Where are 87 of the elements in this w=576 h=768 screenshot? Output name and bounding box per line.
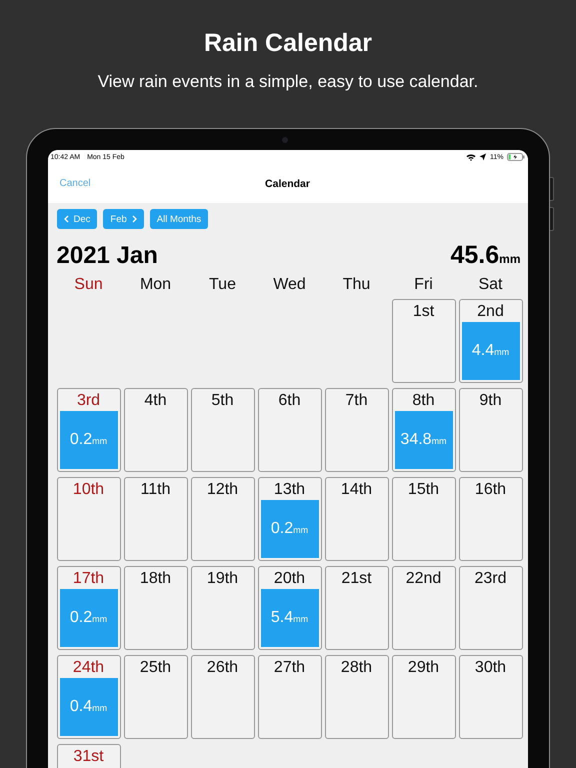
- day-cell[interactable]: 22nd: [392, 566, 456, 650]
- chevron-icon: [132, 215, 137, 223]
- promo-subtitle: View rain events in a simple, easy to use calendar.: [96, 72, 480, 92]
- day-cell[interactable]: 1st: [392, 299, 456, 383]
- rain-amount: 0.4mm: [70, 698, 108, 716]
- day-label: 23rd: [474, 569, 507, 588]
- day-cell[interactable]: 8th 34.8mm: [392, 388, 456, 472]
- rain-total: 45.6mm: [450, 241, 520, 270]
- day-cell[interactable]: 4th: [124, 388, 188, 472]
- day-cell[interactable]: 28th: [324, 655, 388, 739]
- camera-dot: [282, 137, 288, 143]
- day-label: 11th: [140, 480, 170, 499]
- day-cell[interactable]: 31st: [56, 744, 120, 768]
- day-label: 3rd: [76, 391, 100, 410]
- promo-title: Rain Calendar: [204, 28, 372, 58]
- day-cell[interactable]: 12th: [190, 477, 254, 561]
- day-cell[interactable]: 19th: [190, 566, 254, 650]
- day-label: 24th: [72, 658, 104, 677]
- day-cell[interactable]: 2nd 4.4mm: [458, 299, 522, 383]
- day-cell[interactable]: 5th: [190, 388, 254, 472]
- rain-amount: 0.2mm: [70, 431, 108, 449]
- day-cell[interactable]: 27th: [258, 655, 322, 739]
- day-label: 22nd: [406, 569, 442, 588]
- day-label: 10th: [72, 480, 104, 499]
- day-label: 2nd: [477, 302, 504, 321]
- day-cell[interactable]: 29th: [392, 655, 456, 739]
- day-label: 6th: [278, 391, 301, 410]
- day-cell[interactable]: 23rd: [458, 566, 522, 650]
- weekday-label: Tue: [208, 276, 237, 294]
- rain-amount: 0.2mm: [270, 520, 308, 538]
- day-cell[interactable]: 26th: [190, 655, 254, 739]
- battery-icon: [506, 153, 524, 161]
- month-title: 2021 Jan: [56, 242, 158, 270]
- rain-amount: 5.4mm: [270, 609, 308, 627]
- day-label: 16th: [474, 480, 506, 499]
- day-cell[interactable]: 13th 0.2mm: [258, 477, 322, 561]
- weekday-label: Fri: [413, 276, 434, 294]
- day-cell[interactable]: 6th: [258, 388, 322, 472]
- day-cell[interactable]: 15th: [392, 477, 456, 561]
- day-label: 19th: [206, 569, 238, 588]
- day-cell[interactable]: 17th 0.2mm: [56, 566, 120, 650]
- day-label: 18th: [140, 569, 172, 588]
- day-cell[interactable]: 30th: [458, 655, 522, 739]
- day-cell[interactable]: 14th: [324, 477, 388, 561]
- nav-title: Calendar: [265, 178, 310, 190]
- day-label: 9th: [479, 391, 502, 410]
- day-cell[interactable]: 7th: [324, 388, 388, 472]
- day-label: 8th: [412, 391, 435, 410]
- day-label: 30th: [474, 658, 506, 677]
- day-label: 31st: [73, 747, 104, 766]
- weekday-label: Sun: [73, 276, 104, 294]
- day-cell[interactable]: 11th: [124, 477, 188, 561]
- day-cell[interactable]: 16th: [458, 477, 522, 561]
- day-label: 20th: [274, 569, 306, 588]
- day-label: 4th: [144, 391, 167, 410]
- location-arrow-icon: [479, 153, 487, 161]
- weekday-label: Wed: [272, 276, 307, 294]
- day-cell[interactable]: 3rd 0.2mm: [56, 388, 120, 472]
- weekday-label: Sat: [477, 276, 504, 294]
- day-cell[interactable]: 20th 5.4mm: [258, 566, 322, 650]
- day-label: 1st: [412, 302, 434, 321]
- day-cell[interactable]: 24th 0.4mm: [56, 655, 120, 739]
- day-cell[interactable]: 10th: [56, 477, 120, 561]
- day-cell[interactable]: 25th: [124, 655, 188, 739]
- rain-amount: 4.4mm: [472, 342, 510, 360]
- weekday-label: Mon: [138, 276, 172, 294]
- day-label: 14th: [340, 480, 372, 499]
- day-cell[interactable]: 21st: [324, 566, 388, 650]
- wifi-icon: [466, 153, 476, 161]
- day-label: 17th: [72, 569, 104, 588]
- day-label: 29th: [408, 658, 440, 677]
- day-label: 5th: [211, 391, 234, 410]
- rain-amount: 0.2mm: [70, 609, 108, 627]
- rain-amount: 34.8mm: [400, 431, 447, 449]
- weekday-label: Thu: [342, 276, 372, 294]
- day-label: 12th: [206, 480, 238, 499]
- day-label: 26th: [206, 658, 238, 677]
- day-label: 7th: [345, 391, 368, 410]
- day-label: 21st: [341, 569, 372, 588]
- chevron-icon: [64, 215, 68, 223]
- day-label: 15th: [408, 480, 440, 499]
- day-cell[interactable]: 9th: [458, 388, 522, 472]
- day-cell[interactable]: 18th: [124, 566, 188, 650]
- day-label: 25th: [140, 658, 172, 677]
- day-label: 28th: [340, 658, 372, 677]
- day-label: 13th: [274, 480, 306, 499]
- day-label: 27th: [274, 658, 306, 677]
